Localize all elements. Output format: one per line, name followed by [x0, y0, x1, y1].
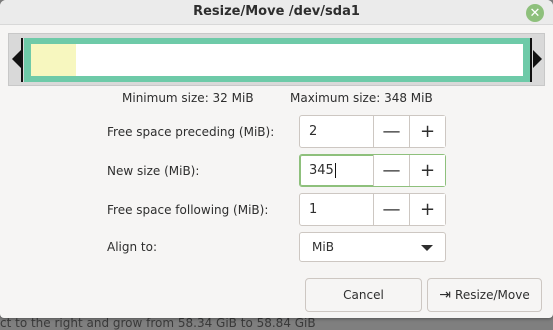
titlebar: Resize/Move /dev/sda1 ✕ [0, 0, 553, 25]
free-space-following-spinbutton: — + [299, 193, 446, 226]
align-to-value: MiB [312, 240, 334, 254]
align-to-label: Align to: [107, 240, 158, 254]
new-size-input[interactable]: 345 [300, 155, 373, 186]
cancel-button[interactable]: Cancel [305, 278, 422, 312]
partition-inner [31, 44, 523, 76]
free-space-preceding-increment-button[interactable]: + [409, 116, 445, 147]
resize-arrow-icon: ⇥ [439, 287, 452, 303]
minus-icon: — [382, 160, 401, 181]
free-space-following-label: Free space following (MiB): [107, 203, 269, 217]
free-space-preceding-label: Free space preceding (MiB): [107, 125, 275, 139]
dropdown-arrow-icon [421, 245, 433, 251]
dialog-title: Resize/Move /dev/sda1 [193, 4, 360, 19]
close-icon: ✕ [529, 5, 541, 21]
new-size-label: New size (MiB): [107, 164, 200, 178]
new-size-value: 345 [309, 163, 334, 178]
partition-block[interactable] [24, 38, 530, 82]
text-caret [334, 163, 336, 178]
right-resize-handle-bar[interactable] [530, 38, 532, 82]
free-space-following-decrement-button[interactable]: — [373, 194, 409, 225]
resize-move-button[interactable]: ⇥ Resize/Move [427, 278, 542, 312]
left-resize-handle-bar[interactable] [21, 38, 23, 82]
minus-icon: — [382, 199, 401, 220]
partition-slider[interactable] [8, 33, 545, 86]
align-to-dropdown[interactable]: MiB [299, 232, 446, 262]
minimum-size-label: Minimum size: 32 MiB [122, 91, 254, 105]
background-text: ct to the right and grow from 58.34 GiB … [0, 316, 316, 330]
new-size-decrement-button[interactable]: — [373, 155, 409, 186]
plus-icon: + [419, 121, 436, 142]
partition-used-space [31, 44, 76, 76]
new-size-increment-button[interactable]: + [409, 155, 445, 186]
free-space-preceding-spinbutton: — + [299, 115, 446, 148]
minus-icon: — [382, 121, 401, 142]
maximum-size-label: Maximum size: 348 MiB [290, 91, 433, 105]
left-resize-handle-icon[interactable] [12, 50, 21, 68]
free-space-following-input[interactable] [300, 194, 373, 225]
free-space-following-increment-button[interactable]: + [409, 194, 445, 225]
close-button[interactable]: ✕ [526, 4, 544, 22]
resize-move-dialog: Resize/Move /dev/sda1 ✕ Minimum size: 32… [0, 0, 553, 318]
plus-icon: + [419, 199, 436, 220]
cancel-button-label: Cancel [343, 288, 384, 302]
resize-move-button-label: Resize/Move [455, 288, 530, 302]
free-space-preceding-input[interactable] [300, 116, 373, 147]
free-space-preceding-decrement-button[interactable]: — [373, 116, 409, 147]
right-resize-handle-icon[interactable] [533, 50, 542, 68]
new-size-spinbutton: 345 — + [299, 154, 446, 187]
plus-icon: + [419, 160, 436, 181]
